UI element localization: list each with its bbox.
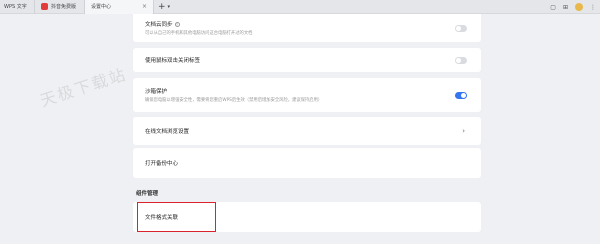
tab-bar: WPS 文字 抖音免费版 设置中心 × + ▾ ▢ ⊞ ⋮ bbox=[0, 0, 600, 14]
tab-settings-center-label: 设置中心 bbox=[91, 4, 112, 10]
tab-document-label: 抖音免费版 bbox=[51, 4, 77, 10]
tab-document[interactable]: 抖音免费版 bbox=[34, 0, 84, 14]
tab-wps-writer-label: WPS 文字 bbox=[4, 4, 27, 10]
setting-sandbox-title: 沙箱保护 bbox=[145, 89, 168, 95]
apps-icon[interactable]: ⊞ bbox=[563, 4, 568, 11]
more-icon[interactable]: ⋮ bbox=[590, 4, 596, 11]
window-icon[interactable]: ▢ bbox=[550, 4, 556, 11]
setting-sandbox: 沙箱保护 确保您电脑以增强安全性，需要将您重启WPS后生效（禁用后增加安全风险，… bbox=[133, 78, 481, 112]
setting-doc-sync: 文档云同步? 可以从自己的手机和其他电脑访问这台电脑打开过的文档 bbox=[133, 14, 481, 42]
chevron-right-icon: › bbox=[462, 127, 465, 135]
highlight-box bbox=[137, 202, 216, 232]
sandbox-toggle[interactable] bbox=[455, 91, 467, 99]
window-controls: ▢ ⊞ ⋮ bbox=[550, 0, 596, 14]
plus-icon: + bbox=[158, 1, 166, 12]
doc-sync-toggle[interactable] bbox=[455, 24, 467, 32]
setting-double-click-close: 使用鼠标双击关闭标签 bbox=[133, 48, 481, 72]
setting-double-click-close-title: 使用鼠标双击关闭标签 bbox=[145, 58, 201, 64]
setting-backup-center-title: 打开备份中心 bbox=[145, 161, 179, 167]
tab-wps-writer[interactable]: WPS 文字 bbox=[0, 0, 34, 14]
setting-online-preview-title: 在线文档浏览设置 bbox=[145, 129, 190, 135]
settings-content: 天极下载站 文档云同步? 可以从自己的手机和其他电脑访问这台电脑打开过的文档 使… bbox=[0, 14, 600, 244]
chevron-down-icon: ▾ bbox=[167, 3, 171, 10]
section-plugin-management: 组件管理 bbox=[136, 191, 159, 197]
help-icon[interactable]: ? bbox=[174, 22, 180, 27]
setting-sandbox-desc: 确保您电脑以增强安全性，需要将您重启WPS后生效（禁用后增加安全风险，建议保持启… bbox=[145, 98, 323, 103]
close-icon[interactable]: × bbox=[142, 3, 147, 10]
setting-online-preview[interactable]: 在线文档浏览设置 › bbox=[133, 117, 481, 145]
new-tab-button[interactable]: + ▾ bbox=[154, 2, 174, 12]
tab-settings-center[interactable]: 设置中心 × bbox=[84, 0, 154, 14]
setting-doc-sync-title: 文档云同步 bbox=[145, 22, 173, 28]
document-app-icon bbox=[41, 3, 48, 10]
setting-doc-sync-desc: 可以从自己的手机和其他电脑访问这台电脑打开过的文档 bbox=[145, 31, 253, 36]
setting-backup-center[interactable]: 打开备份中心 bbox=[133, 148, 481, 178]
watermark: 天极下载站 bbox=[37, 64, 130, 111]
double-click-close-toggle[interactable] bbox=[455, 56, 467, 64]
avatar[interactable] bbox=[575, 3, 583, 11]
